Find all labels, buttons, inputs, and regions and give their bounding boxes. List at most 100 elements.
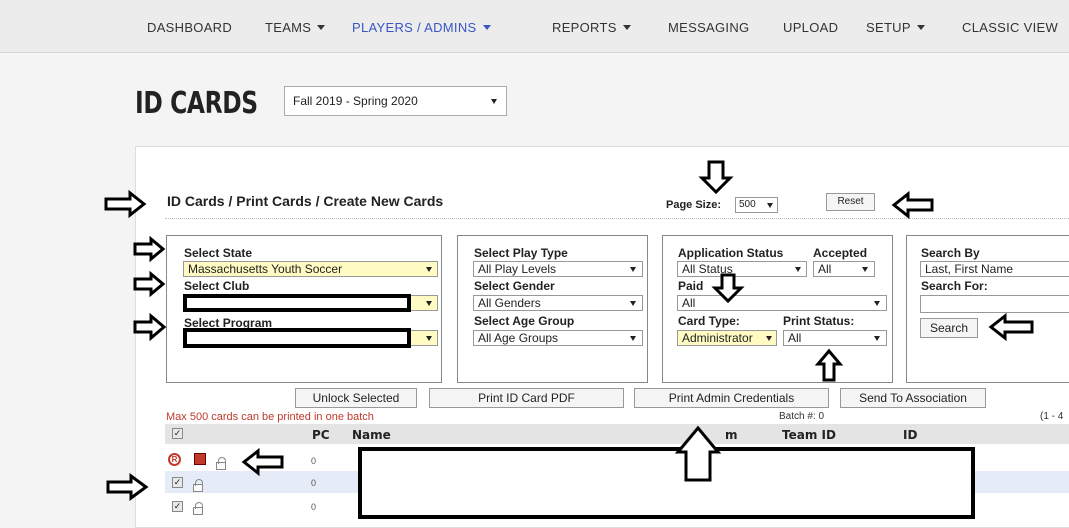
batch-number: Batch #: 0 (779, 411, 825, 422)
club-label: Select Club (184, 279, 250, 293)
chevron-down-icon (795, 267, 801, 272)
chevron-down-icon (482, 25, 491, 30)
chevron-down-icon (426, 336, 432, 341)
lock-icon[interactable] (193, 502, 203, 515)
print-status-select[interactable]: All (783, 330, 887, 346)
play-type-select[interactable]: All Play Levels (473, 261, 643, 277)
chevron-down-icon (874, 301, 880, 306)
paid-label: Paid (678, 279, 704, 293)
search-button[interactable]: Search (920, 318, 978, 338)
chevron-down-icon (426, 301, 432, 306)
state-select-value: Massachusetts Youth Soccer (188, 262, 343, 276)
table-header (165, 424, 1069, 444)
chevron-down-icon (491, 99, 497, 104)
send-to-association-button[interactable]: Send To Association (840, 388, 986, 408)
result-range: (1 - 4 (1040, 411, 1064, 422)
breadcrumb: ID Cards / Print Cards / Create New Card… (167, 193, 444, 209)
print-admin-credentials-button[interactable]: Print Admin Credentials (634, 388, 829, 408)
card-type-select[interactable]: Administrator (677, 330, 777, 346)
gender-select[interactable]: All Genders (473, 295, 643, 311)
top-nav: DASHBOARD TEAMS PLAYERS / ADMINS REPORTS… (0, 0, 1069, 53)
column-pc: PC (312, 428, 330, 442)
print-status-value: All (788, 331, 802, 345)
id-card-icon (194, 453, 206, 465)
search-by-label: Search By (921, 246, 980, 260)
state-select[interactable]: Massachusetts Youth Soccer (183, 261, 438, 277)
select-all-checkbox[interactable]: ✓ (172, 428, 183, 439)
state-label: Select State (184, 246, 253, 260)
season-select-value: Fall 2019 - Spring 2020 (293, 94, 418, 108)
nav-players-admins-label: PLAYERS / ADMINS (352, 20, 477, 35)
row-checkbox[interactable]: ✓ (172, 477, 183, 488)
row-pc: 0 (311, 478, 317, 488)
row-pc: 0 (311, 456, 317, 466)
nav-upload[interactable]: UPLOAD (783, 20, 838, 35)
accepted-select[interactable]: All (813, 261, 875, 277)
nav-messaging[interactable]: MESSAGING (668, 20, 749, 35)
lock-icon[interactable] (216, 457, 226, 470)
column-name: Name (352, 428, 391, 442)
chevron-down-icon (630, 301, 636, 306)
redaction-box (183, 294, 411, 312)
column-team-id: Team ID (782, 428, 836, 442)
nav-teams-label: TEAMS (265, 20, 312, 35)
print-id-card-pdf-button[interactable]: Print ID Card PDF (429, 388, 624, 408)
nav-setup-label: SETUP (866, 20, 911, 35)
registered-icon: R (168, 453, 181, 466)
accepted-label: Accepted (813, 246, 868, 260)
season-select[interactable]: Fall 2019 - Spring 2020 (284, 86, 507, 116)
chevron-down-icon (767, 203, 773, 208)
page-size-select[interactable]: 500 (735, 197, 778, 213)
age-group-value: All Age Groups (478, 331, 559, 345)
chevron-down-icon (426, 267, 432, 272)
card-type-value: Administrator (682, 331, 753, 345)
gender-label: Select Gender (474, 279, 555, 293)
app-status-label: Application Status (678, 246, 784, 260)
nav-players-admins[interactable]: PLAYERS / ADMINS (352, 20, 491, 35)
reset-button[interactable]: Reset (826, 193, 875, 211)
nav-reports-label: REPORTS (552, 20, 617, 35)
nav-teams[interactable]: TEAMS (265, 20, 326, 35)
unlock-selected-button[interactable]: Unlock Selected (295, 388, 417, 408)
nav-setup[interactable]: SETUP (866, 20, 925, 35)
page-size-value: 500 (739, 199, 756, 210)
paid-select[interactable]: All (677, 295, 887, 311)
row-checkbox[interactable]: ✓ (172, 501, 183, 512)
play-type-value: All Play Levels (478, 262, 557, 276)
nav-classic-view[interactable]: CLASSIC VIEW (962, 20, 1058, 35)
redaction-box (358, 447, 975, 519)
age-group-label: Select Age Group (474, 314, 575, 328)
lock-icon[interactable] (193, 479, 203, 492)
chevron-down-icon (317, 25, 326, 30)
accepted-value: All (818, 262, 832, 276)
app-status-select[interactable]: All Status (677, 261, 807, 277)
chevron-down-icon (630, 267, 636, 272)
nav-dashboard[interactable]: DASHBOARD (147, 20, 232, 35)
chevron-down-icon (766, 336, 772, 341)
app-status-value: All Status (682, 262, 733, 276)
redaction-box (183, 328, 411, 348)
divider (165, 218, 1069, 219)
page-title: ID CARDS (135, 86, 258, 121)
search-by-select[interactable]: Last, First Name (920, 261, 1069, 277)
search-by-value: Last, First Name (925, 262, 1014, 276)
card-type-label: Card Type: (678, 314, 740, 328)
row-pc: 0 (311, 502, 317, 512)
chevron-down-icon (916, 25, 925, 30)
paid-value: All (682, 296, 696, 310)
chevron-down-icon (630, 336, 636, 341)
column-id: ID (903, 428, 918, 442)
chevron-down-icon (874, 336, 880, 341)
chevron-down-icon (622, 25, 631, 30)
play-type-label: Select Play Type (474, 246, 568, 260)
age-group-select[interactable]: All Age Groups (473, 330, 643, 346)
chevron-down-icon (862, 267, 868, 272)
print-status-label: Print Status: (783, 314, 855, 328)
column-team: m (725, 428, 738, 442)
nav-reports[interactable]: REPORTS (552, 20, 631, 35)
search-for-input[interactable] (920, 295, 1069, 313)
search-for-label: Search For: (921, 279, 988, 293)
page-size-label: Page Size: (666, 199, 722, 211)
gender-value: All Genders (478, 296, 541, 310)
max-cards-note: Max 500 cards can be printed in one batc… (166, 411, 374, 423)
